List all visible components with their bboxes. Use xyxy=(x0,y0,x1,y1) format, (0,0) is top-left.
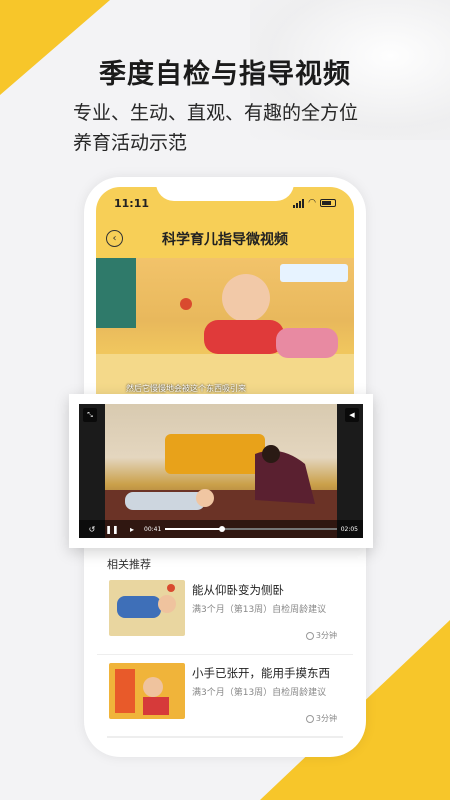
next-icon[interactable]: ▸ xyxy=(124,522,140,536)
collapse-icon[interactable]: ⤡ xyxy=(83,408,97,422)
replay-icon[interactable]: ↺ xyxy=(84,522,100,536)
item-title: 小手已张开，能用手摸东西 xyxy=(192,666,330,680)
item-subtitle: 满3个月（第13周）自检周龄建议 xyxy=(192,688,327,698)
duration-label: 3分钟 xyxy=(315,631,337,640)
status-time: 11:11 xyxy=(114,197,150,210)
total-time: 02:05 xyxy=(340,525,358,533)
clock-icon xyxy=(305,631,314,640)
video-caption: 然后它慢慢地会被这个东西吸引来 xyxy=(126,384,246,393)
thumbnail xyxy=(109,663,185,719)
subheadline-line-2: 养育活动示范 xyxy=(73,132,188,154)
list-item[interactable]: 能从仰卧变为侧卧 满3个月（第13周）自检周龄建议 3分钟 xyxy=(97,580,353,660)
item-subtitle: 满3个月（第13周）自检周龄建议 xyxy=(192,605,327,615)
pause-icon[interactable]: ❚❚ xyxy=(104,522,120,536)
elapsed-time: 00:41 xyxy=(144,525,162,533)
wifi-icon: ◠ xyxy=(308,198,316,208)
clock-icon xyxy=(305,714,314,723)
player-screen: ⤡ ◀ ↺ ❚❚ ▸ 00:41 02:05 xyxy=(79,404,363,538)
item-title: 能从仰卧变为侧卧 xyxy=(192,583,284,597)
video-preview[interactable]: 然后它慢慢地会被这个东西吸引来 xyxy=(96,258,354,398)
item-duration: 3分钟 xyxy=(305,630,337,641)
progress-knob[interactable] xyxy=(218,526,225,532)
thumbnail xyxy=(109,580,185,636)
recommend-title: 相关推荐 xyxy=(107,558,151,571)
subheadline-line-1: 专业、生动、直观、有趣的全方位 xyxy=(73,102,359,124)
signal-icon xyxy=(293,198,305,208)
subheadline: 专业、生动、直观、有趣的全方位 养育活动示范 xyxy=(73,98,358,158)
list-item[interactable]: 小手已张开，能用手摸东西 满3个月（第13周）自检周龄建议 3分钟 xyxy=(97,663,353,743)
player-controls: ↺ ❚❚ ▸ 00:41 02:05 xyxy=(79,520,363,538)
item-duration: 3分钟 xyxy=(305,713,337,724)
page-title: 科学育儿指导微视频 xyxy=(162,232,288,248)
divider xyxy=(97,654,353,655)
player-figures xyxy=(105,445,337,538)
bottom-divider xyxy=(107,736,343,738)
player-scene xyxy=(105,404,337,538)
duration-label: 3分钟 xyxy=(315,714,337,723)
status-icons: ◠ xyxy=(293,198,336,208)
volume-icon[interactable]: ◀ xyxy=(345,408,359,422)
progress-slider[interactable] xyxy=(165,526,337,532)
phone-notch xyxy=(156,177,294,201)
video-watermark xyxy=(280,264,348,282)
headline: 季度自检与指导视频 xyxy=(99,59,351,90)
video-player[interactable]: ⤡ ◀ ↺ ❚❚ ▸ 00:41 02:05 xyxy=(69,394,373,548)
battery-icon xyxy=(320,199,336,207)
progress-fill xyxy=(165,528,222,530)
